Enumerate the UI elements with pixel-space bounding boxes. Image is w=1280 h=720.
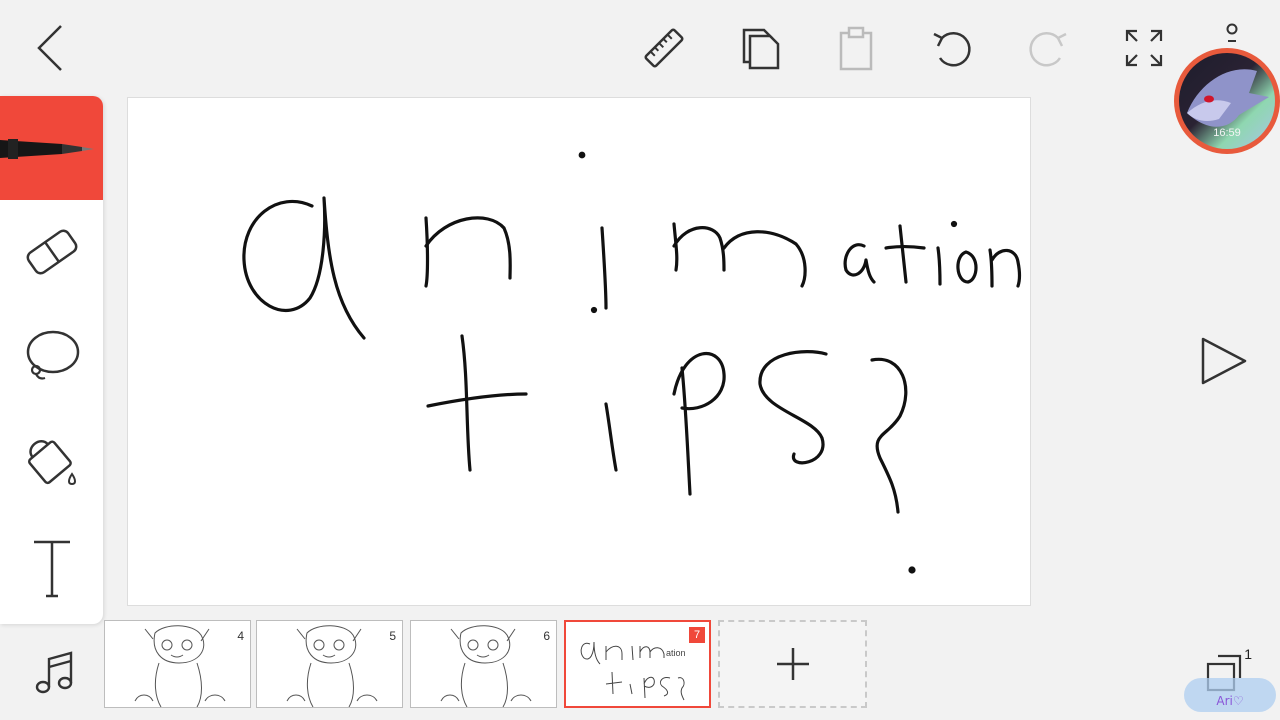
- undo-icon: [933, 31, 971, 67]
- fill-bucket-icon: [27, 439, 76, 486]
- frame-drawing-text: ation: [580, 641, 686, 701]
- paste-button[interactable]: [830, 22, 882, 74]
- ruler-button[interactable]: [638, 22, 690, 74]
- add-frame-button[interactable]: [718, 620, 867, 708]
- lasso-icon: [26, 330, 79, 380]
- text-tool[interactable]: [0, 516, 103, 620]
- frame-thumbnail[interactable]: 6: [410, 620, 557, 708]
- pen-icon: [0, 139, 94, 159]
- frame-thumbnail-selected[interactable]: ation 7: [564, 620, 711, 708]
- frame-drawing-cat: [440, 625, 532, 707]
- tool-panel: [0, 96, 103, 624]
- undo-button[interactable]: [926, 22, 978, 74]
- fill-tool[interactable]: [0, 408, 103, 512]
- frame-number: 6: [543, 629, 550, 643]
- frame-thumbnail[interactable]: 5: [256, 620, 403, 708]
- music-note-icon: [35, 651, 73, 694]
- drawing-canvas[interactable]: [127, 97, 1031, 606]
- redo-button[interactable]: [1022, 22, 1074, 74]
- frame-number: 4: [237, 629, 244, 643]
- redo-icon: [1029, 31, 1067, 67]
- copy-icon: [742, 28, 780, 70]
- back-icon: [37, 25, 62, 71]
- handwritten-drawing: [242, 151, 1022, 574]
- frame-drawing-cat: [286, 625, 378, 707]
- frame-drawing-cat: [134, 625, 226, 707]
- lasso-tool[interactable]: [0, 304, 103, 408]
- frame-number: 5: [389, 629, 396, 643]
- ruler-icon: [644, 28, 684, 68]
- text-icon: [33, 540, 70, 598]
- layer-count: 1: [1244, 646, 1252, 662]
- eraser-icon: [26, 229, 77, 275]
- play-button[interactable]: [1196, 334, 1252, 388]
- watermark-badge: Ari♡: [1184, 678, 1276, 712]
- fullscreen-button[interactable]: [1118, 22, 1170, 74]
- more-icon: [1226, 23, 1238, 42]
- copy-button[interactable]: [734, 22, 786, 74]
- music-button[interactable]: [30, 648, 78, 698]
- recording-time: 16:59: [1213, 127, 1241, 139]
- more-button[interactable]: [1222, 22, 1242, 46]
- plus-icon: [776, 648, 809, 680]
- pen-tool[interactable]: [0, 96, 103, 200]
- avatar-image: 16:59: [1179, 53, 1275, 149]
- paste-icon: [839, 26, 873, 71]
- watermark-text: Ari♡: [1216, 694, 1244, 708]
- eraser-tool[interactable]: [0, 200, 103, 304]
- back-button[interactable]: [26, 20, 74, 76]
- frame-number-badge: 7: [689, 627, 705, 643]
- frame-thumbnail[interactable]: 4: [104, 620, 251, 708]
- fullscreen-icon: [1125, 29, 1163, 67]
- svg-text:ation: ation: [666, 648, 686, 658]
- play-icon: [1201, 337, 1247, 385]
- avatar[interactable]: 16:59: [1174, 48, 1280, 154]
